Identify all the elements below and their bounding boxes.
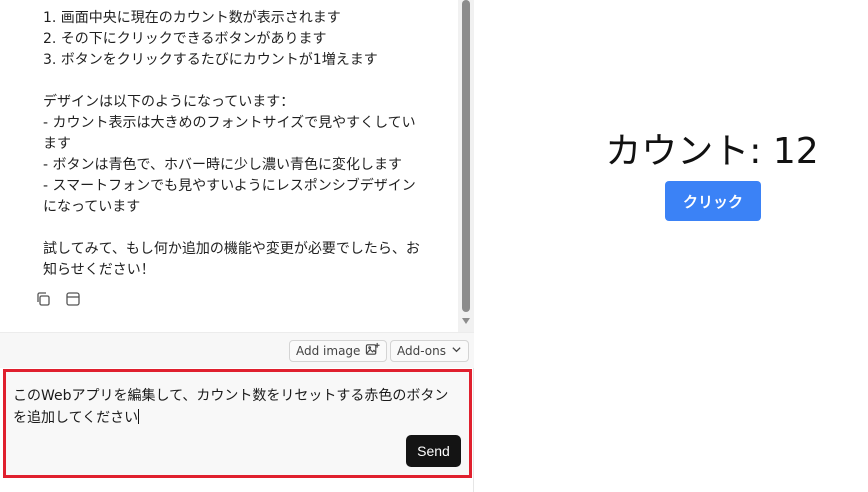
message-line: - スマートフォンでも見やすいようにレスポンシブデザイン bbox=[43, 178, 416, 194]
message-line: - カウント表示は大きめのフォントサイズで見やすくしてい bbox=[43, 115, 416, 131]
prompt-line-2-wrap: を追加してください bbox=[13, 407, 458, 429]
message-line: デザインは以下のようになっています： bbox=[43, 94, 295, 110]
message-line: 知らせください！ bbox=[43, 262, 155, 278]
composer-toolbar: Add image Add-ons bbox=[0, 332, 474, 368]
assistant-message: 1. 画面中央に現在のカウント数が表示されます 2. その下にクリックできるボタ… bbox=[43, 8, 438, 281]
prompt-input-text[interactable]: このWebアプリを編集して、カウント数をリセットする赤色のボタン を追加してくだ… bbox=[13, 385, 458, 429]
chevron-down-icon bbox=[451, 344, 462, 358]
chat-pane: 1. 画面中央に現在のカウント数が表示されます 2. その下にクリックできるボタ… bbox=[0, 0, 474, 492]
add-image-label: Add image bbox=[296, 344, 361, 358]
message-line: になっています bbox=[43, 199, 141, 215]
app-preview: カウント: 12 クリック bbox=[474, 0, 868, 492]
prompt-input[interactable]: このWebアプリを編集して、カウント数をリセットする赤色のボタン を追加してくだ… bbox=[3, 369, 472, 478]
click-button[interactable]: クリック bbox=[665, 181, 761, 221]
message-line: ます bbox=[43, 136, 71, 152]
scrollbar-thumb[interactable] bbox=[462, 0, 470, 312]
message-line: 3. ボタンをクリックするたびにカウントが1増えます bbox=[43, 52, 378, 68]
chat-scrollbar[interactable] bbox=[458, 0, 474, 332]
window-icon[interactable] bbox=[64, 290, 82, 308]
text-caret bbox=[138, 409, 140, 424]
message-line: 試してみて、もし何か追加の機能や変更が必要でしたら、お bbox=[43, 241, 420, 257]
count-display: カウント: 12 bbox=[605, 131, 819, 172]
message-line: 2. その下にクリックできるボタンがあります bbox=[43, 31, 327, 47]
scroll-down-arrow-icon[interactable] bbox=[462, 318, 470, 324]
image-plus-icon bbox=[365, 342, 380, 360]
add-ons-label: Add-ons bbox=[397, 344, 446, 358]
add-ons-dropdown[interactable]: Add-ons bbox=[390, 340, 469, 362]
message-line: 1. 画面中央に現在のカウント数が表示されます bbox=[43, 10, 341, 26]
copy-icon[interactable] bbox=[34, 290, 52, 308]
prompt-line-2: を追加してください bbox=[13, 410, 139, 426]
add-image-button[interactable]: Add image bbox=[289, 340, 388, 362]
chat-history[interactable]: 1. 画面中央に現在のカウント数が表示されます 2. その下にクリックできるボタ… bbox=[0, 0, 474, 332]
prompt-line-1: このWebアプリを編集して、カウント数をリセットする赤色のボタン bbox=[13, 388, 449, 404]
send-button[interactable]: Send bbox=[406, 435, 461, 467]
message-line: - ボタンは青色で、ホバー時に少し濃い青色に変化します bbox=[43, 157, 402, 173]
message-actions bbox=[34, 290, 82, 308]
